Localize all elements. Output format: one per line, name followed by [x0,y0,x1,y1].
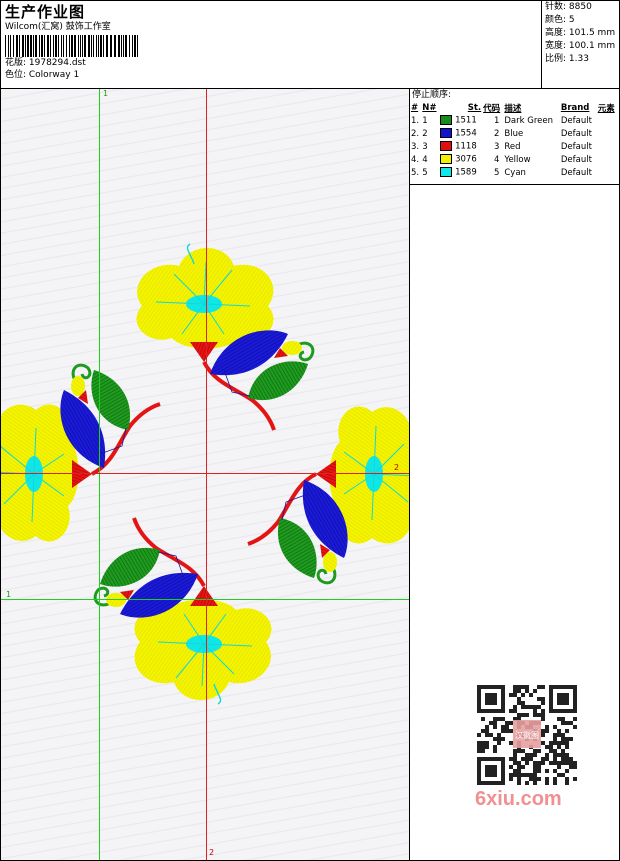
row-number: 3. [411,141,420,152]
color-row[interactable]: 4. 4 3076 4 Yellow Default [410,153,618,166]
row-swatch: 1554 [439,127,482,140]
row-element [597,153,618,166]
green-guide-label-left: 1 [6,590,12,599]
row-swatch: 1589 [439,166,482,179]
col-code: 代码 [483,103,501,114]
color-swatch [440,141,453,152]
row-sequence: 1 [422,115,428,126]
page-title: 生产作业图 [5,3,86,21]
color-table: # N# St. 代码 描述 Brand 元素 1. 1 1511 1 Dark Gr… [410,101,618,179]
stop-sequence-title: 停止顺序: [412,90,452,100]
embroidery-artwork [1,242,409,706]
color-table-header: # N# St. 代码 描述 Brand 元素 [410,101,618,114]
floral-wreath-motif [1,242,409,706]
row-number: 4. [411,154,420,165]
row-code: 4 [493,154,500,165]
design-file: 花版: 1978294.dst [5,58,86,68]
barcode [5,35,138,57]
color-row[interactable]: 2. 2 1554 2 Blue Default [410,127,618,140]
red-guide-vertical[interactable] [206,89,207,860]
colorway-label: 色位: Colorway 1 [5,70,80,80]
red-guide-horizontal[interactable] [1,473,409,474]
col-description: 描述 [504,103,522,114]
row-sequence: 4 [422,154,428,165]
stats-box: 针数: 8850 颜色: 5 高度: 101.5 mm 宽度: 100.1 mm… [541,1,619,88]
row-number: 2. [411,128,420,139]
row-description: Dark Green [504,115,553,126]
row-swatch: 3076 [439,153,482,166]
company-name: Wilcom(汇窝) 鼓饰工作室 [5,22,111,32]
row-element [597,140,618,153]
color-sequence-panel: 停止顺序: # N# St. 代码 描述 Brand 元素 1. 1 1511 1 D… [410,89,619,179]
canvas-divider [409,89,410,860]
row-brand: Default [560,141,592,152]
header-info: 生产作业图 Wilcom(汇窝) 鼓饰工作室 花版: 1978294.dst 色… [5,3,535,81]
color-swatch [440,128,453,139]
row-brand: Default [560,167,592,178]
row-brand: Default [560,128,592,139]
stat-width: 宽度: 100.1 mm [545,41,616,51]
green-guide-vertical[interactable] [99,89,100,860]
row-description: Yellow [504,154,531,165]
watermark-logo: 6xiu.com [475,788,562,810]
green-guide-label-top: 1 [103,89,109,98]
row-sequence: 2 [422,128,428,139]
red-guide-label-right: 2 [394,463,400,472]
color-row[interactable]: 3. 3 1118 3 Red Default [410,140,618,153]
panel-divider [410,184,619,185]
qr-stamp-text: 汉徽图 [515,730,539,740]
color-row[interactable]: 5. 5 1589 5 Cyan Default [410,166,618,179]
stat-colors: 颜色: 5 [545,15,575,25]
color-row[interactable]: 1. 1 1511 1 Dark Green Default [410,114,618,127]
row-code: 3 [493,141,500,152]
row-swatch: 1511 [439,114,482,127]
row-sequence: 3 [422,141,428,152]
green-guide-horizontal[interactable] [1,599,409,600]
col-sequence: N# [422,102,437,113]
col-element: 元素 [597,103,615,114]
qr-code: 汉徽图 [471,682,583,788]
row-code: 2 [493,128,500,139]
row-number: 5. [411,167,420,178]
row-code: 5 [493,167,500,178]
col-brand: Brand [560,102,590,113]
row-swatch: 1118 [439,140,482,153]
design-canvas[interactable]: 1 1 2 2 [1,89,409,860]
red-guide-label-bottom: 2 [209,848,215,857]
row-element [597,127,618,140]
production-sheet: 生产作业图 Wilcom(汇窝) 鼓饰工作室 花版: 1978294.dst 色… [0,0,620,861]
row-code: 1 [493,115,500,126]
col-stitches: St. [467,102,482,113]
col-number: # [411,102,419,113]
color-swatch [440,115,453,126]
row-description: Blue [504,128,524,139]
color-swatch [440,154,453,165]
row-number: 1. [411,115,420,126]
row-brand: Default [560,115,592,126]
color-swatch [440,167,453,178]
row-brand: Default [560,154,592,165]
row-element [597,114,618,127]
row-sequence: 5 [422,167,428,178]
stat-height: 高度: 101.5 mm [545,28,616,38]
row-description: Cyan [504,167,526,178]
row-element [597,166,618,179]
stat-scale: 比例: 1.33 [545,54,589,64]
row-description: Red [504,141,521,152]
stat-stitches: 针数: 8850 [545,2,592,12]
